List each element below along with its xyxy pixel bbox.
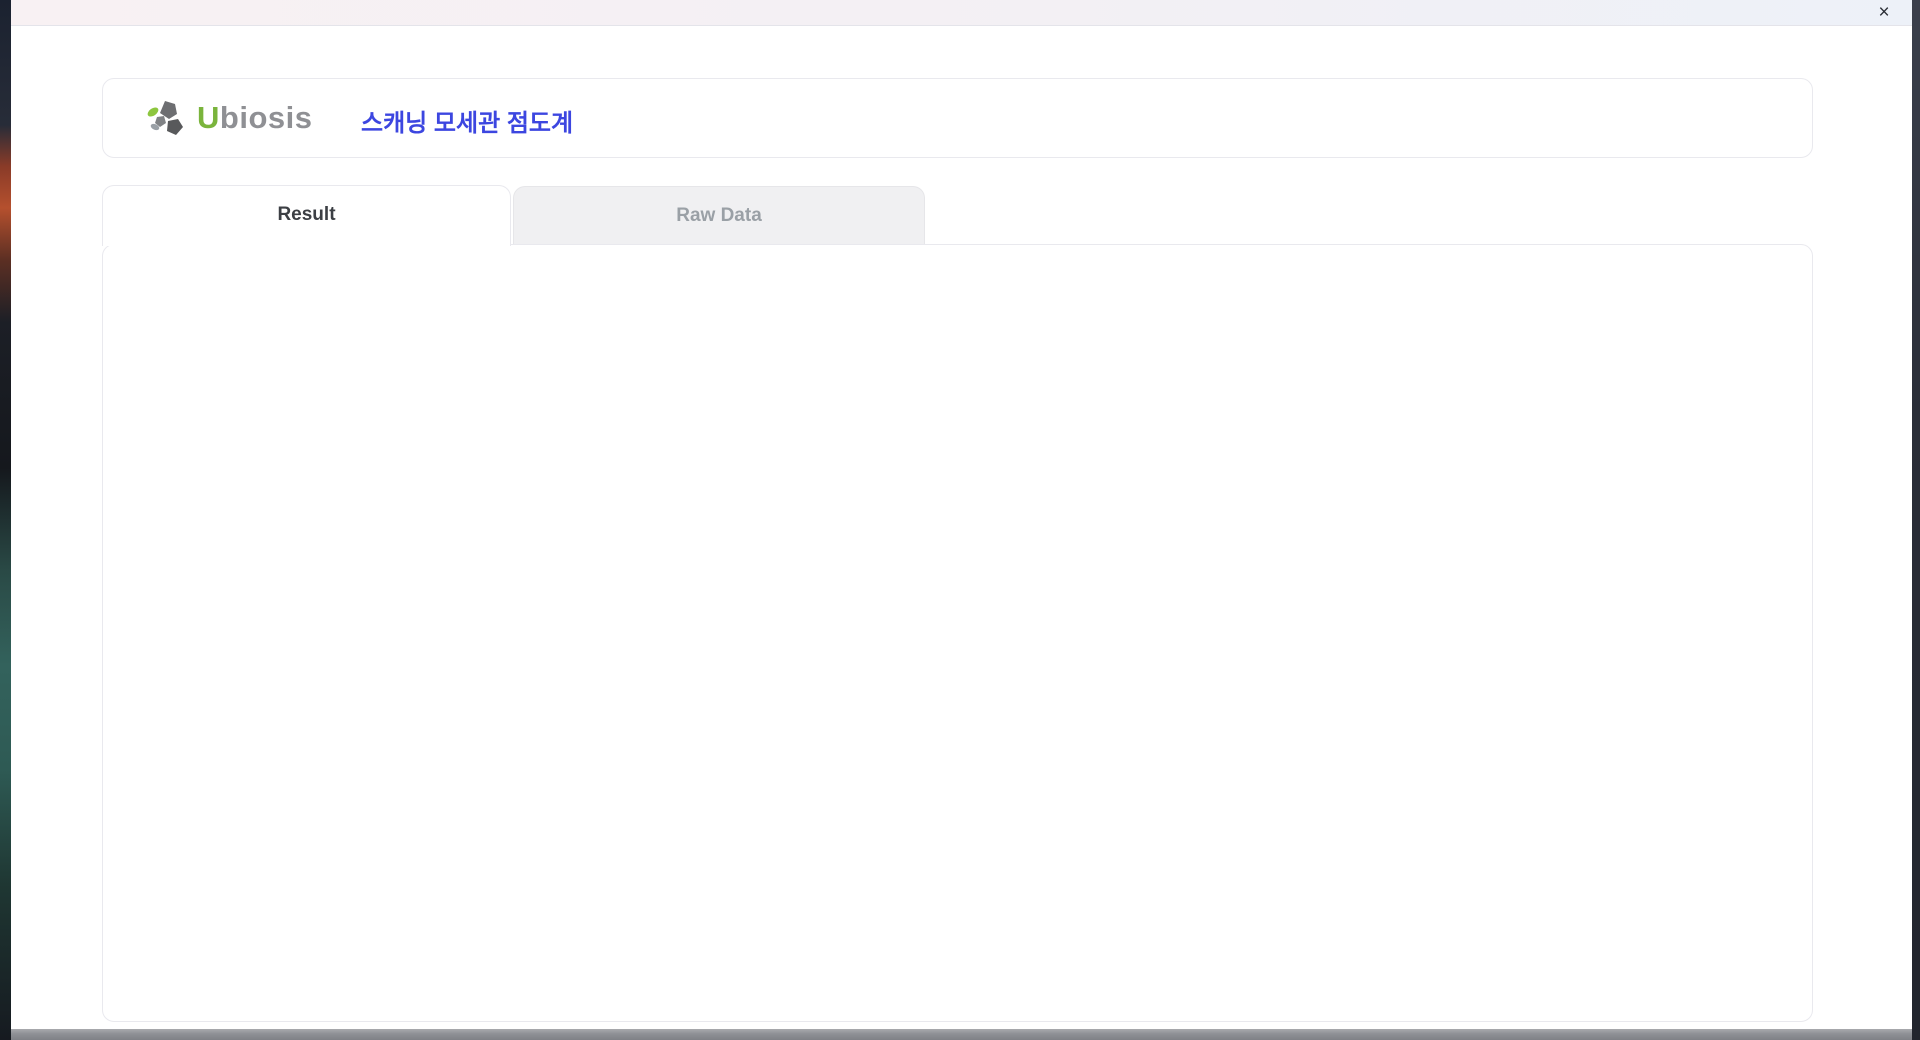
- ubiosis-logo-icon: [147, 101, 183, 135]
- brand-letter-u: U: [197, 100, 220, 135]
- desktop-background-left: [0, 0, 11, 1040]
- window-titlebar: ×: [11, 0, 1912, 26]
- tab-result[interactable]: Result: [102, 185, 511, 246]
- header-card: Ubiosis 스캐닝 모세관 점도계: [102, 78, 1813, 158]
- main-content-card: [102, 244, 1813, 1022]
- tab-raw-data[interactable]: Raw Data: [513, 186, 925, 247]
- close-icon[interactable]: ×: [1870, 1, 1898, 25]
- bottom-window-edge: [11, 1029, 1912, 1040]
- desktop-background-right: [1912, 0, 1920, 1040]
- brand-name: Ubiosis: [197, 100, 312, 136]
- app-title-korean: 스캐닝 모세관 점도계: [361, 110, 574, 137]
- brand-rest: biosis: [219, 100, 313, 135]
- brand-logo: Ubiosis: [145, 97, 312, 139]
